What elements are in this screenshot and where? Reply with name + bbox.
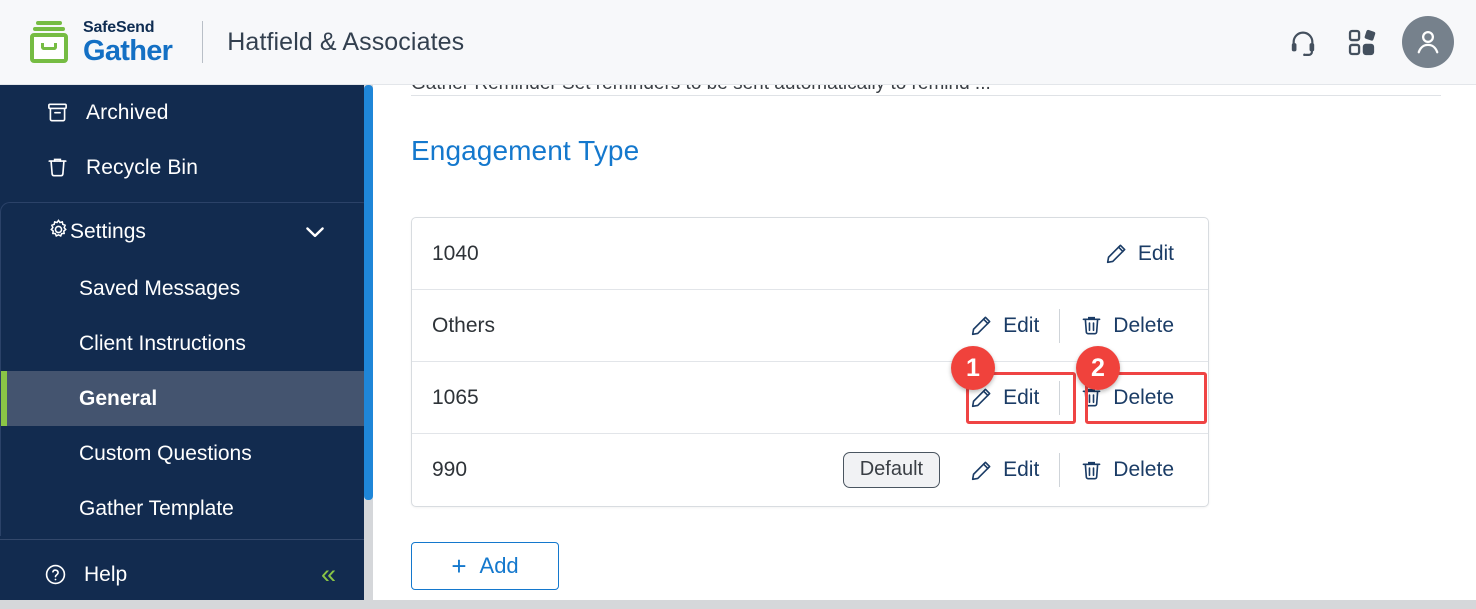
page-horizontal-scrollbar[interactable] (0, 600, 1476, 609)
annotation-badge-1: 1 (951, 346, 995, 390)
row-name: 990 (432, 458, 468, 481)
trash-icon (46, 156, 72, 179)
sidebar-item-general[interactable]: General (1, 371, 371, 426)
row-actions: Edit Delete (958, 380, 1186, 416)
clipped-section-above: Gather Reminder Set reminders to be sent… (411, 85, 1446, 95)
header-divider (202, 21, 204, 63)
row-name: 1065 (432, 385, 479, 409)
delete-action[interactable]: Delete (1068, 308, 1186, 344)
headset-icon[interactable] (1286, 25, 1320, 59)
sidebar-item-help[interactable]: Help « (0, 539, 372, 609)
edit-action[interactable]: Edit (958, 308, 1051, 344)
brand-line2: Gather (83, 35, 173, 67)
section-divider (411, 95, 1441, 96)
action-divider (1059, 308, 1061, 343)
table-row: 990 Default Edit Delete (412, 434, 1208, 506)
row-name: Others (432, 313, 496, 337)
sidebar-settings-label: Settings (70, 220, 146, 243)
gear-icon (47, 218, 70, 247)
row-actions: Edit Delete (958, 308, 1186, 344)
row-actions: Edit (1093, 236, 1186, 272)
firm-name: Hatfield & Associates (227, 27, 465, 56)
sidebar-item-custom-questions[interactable]: Custom Questions (1, 426, 371, 481)
brand-line1: SafeSend (83, 19, 155, 36)
sidebar-subitem-label: Gather Template (79, 496, 234, 520)
sidebar-nav: Archived Recycle Bin Settings Saved Mess… (0, 85, 372, 609)
brand-logo[interactable]: SafeSend Gather (28, 18, 173, 67)
add-button[interactable]: + Add (411, 542, 559, 590)
sidebar-help-label: Help (84, 562, 128, 586)
row-actions: Default Edit Delete (842, 452, 1186, 488)
trash-icon (1080, 459, 1103, 482)
sidebar-subitem-label: General (79, 386, 158, 410)
sidebar-item-gather-template[interactable]: Gather Template (1, 481, 371, 536)
sidebar-scrollbar[interactable] (364, 85, 373, 609)
sidebar-item-settings[interactable]: Settings (1, 203, 371, 261)
brand-wordmark: SafeSend Gather (83, 18, 173, 67)
action-divider (1059, 380, 1061, 415)
chevron-double-left-icon[interactable]: « (321, 561, 336, 588)
edit-action[interactable]: Edit (1093, 236, 1186, 272)
app-header: SafeSend Gather Hatfield & Associates (0, 0, 1476, 85)
sidebar-settings-group: Settings Saved Messages Client Instructi… (0, 202, 372, 536)
plus-icon: + (451, 551, 467, 581)
sidebar-subitem-label: Client Instructions (79, 331, 246, 355)
trash-icon (1080, 314, 1103, 337)
action-divider (1059, 453, 1061, 487)
delete-label: Delete (1113, 313, 1174, 337)
page-title: Engagement Type (411, 135, 640, 166)
sidebar-item-recycle-bin[interactable]: Recycle Bin (0, 140, 372, 195)
apps-grid-icon[interactable] (1344, 25, 1378, 59)
pencil-icon (970, 459, 993, 482)
active-accent-bar (1, 371, 7, 426)
sidebar-scrollbar-thumb[interactable] (364, 85, 373, 500)
edit-label: Edit (1003, 458, 1040, 481)
add-button-label: Add (479, 553, 519, 578)
status-badge[interactable]: Default (842, 452, 941, 488)
question-circle-icon (44, 563, 70, 586)
sidebar-item-label: Recycle Bin (86, 155, 198, 179)
pencil-icon (1105, 242, 1128, 265)
row-name: 1040 (432, 241, 479, 265)
pencil-icon (970, 314, 993, 337)
delete-label: Delete (1113, 385, 1174, 409)
delete-action[interactable]: Delete (1068, 452, 1186, 488)
sidebar-subitem-label: Saved Messages (79, 276, 241, 300)
header-actions (1286, 16, 1454, 68)
edit-label: Edit (1137, 241, 1174, 265)
main-content: Gather Reminder Set reminders to be sent… (373, 85, 1476, 609)
annotation-badge-2: 2 (1076, 346, 1120, 390)
edit-label: Edit (1003, 385, 1040, 409)
edit-label: Edit (1003, 313, 1040, 337)
sidebar-item-client-instructions[interactable]: Client Instructions (1, 316, 371, 371)
delete-label: Delete (1113, 458, 1174, 481)
sidebar-subitem-label: Custom Questions (79, 441, 252, 465)
sidebar-item-label: Archived (86, 100, 169, 124)
edit-action[interactable]: Edit (958, 452, 1051, 488)
app-root: SafeSend Gather Hatfield & Associates Ar… (0, 0, 1476, 609)
safesend-box-icon (28, 20, 70, 64)
archive-box-icon (46, 101, 72, 124)
sidebar-item-archived[interactable]: Archived (0, 85, 372, 140)
user-avatar-icon[interactable] (1402, 16, 1454, 68)
sidebar-item-saved-messages[interactable]: Saved Messages (1, 261, 371, 316)
chevron-down-icon[interactable] (301, 218, 329, 246)
table-row: 1040 Edit (412, 218, 1208, 290)
